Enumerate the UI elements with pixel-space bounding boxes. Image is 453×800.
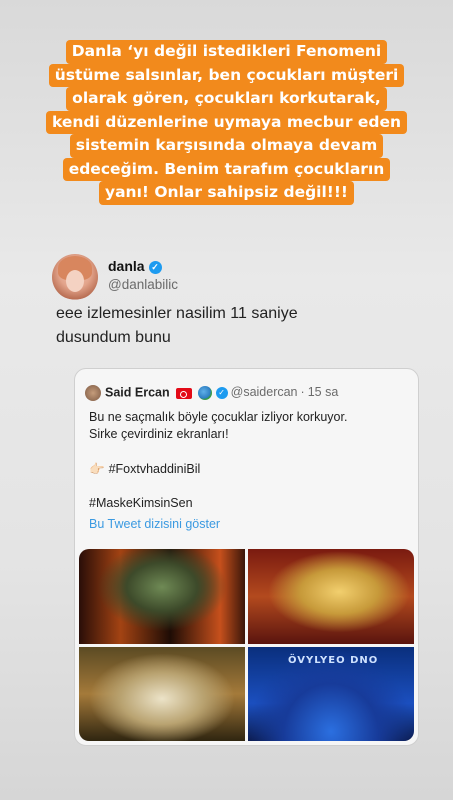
hashtag-line: 👉🏻 #FoxtvhaddiniBil [89, 461, 409, 478]
media-image[interactable] [79, 646, 245, 741]
username-text: danla [108, 258, 145, 274]
tweet-username[interactable]: danla ✓ [108, 258, 162, 274]
verified-check-icon: ✓ [148, 260, 162, 274]
quoted-handle: @saidercan [230, 385, 298, 400]
story-caption: Danla ‘yı değil istedikleri Fenomeni üst… [0, 40, 453, 205]
media-image[interactable]: ÖVYLYEO DNO [248, 646, 414, 741]
dot-separator: · [300, 385, 305, 400]
verified-check-icon: ✓ [215, 387, 228, 399]
media-grid: ÖVYLYEO DNO [79, 549, 414, 741]
quoted-tweet[interactable]: Said Ercan ✓ @saidercan · 15 sa Bu ne saçmal… [74, 368, 419, 746]
media-image[interactable] [248, 549, 414, 644]
tweet-handle[interactable]: @danlabilic [108, 277, 178, 292]
hashtag[interactable]: #MaskeKimsinSen [89, 495, 409, 512]
quoted-timestamp: 15 sa [307, 385, 339, 400]
quoted-tweet-body: Bu ne saçmalık böyle çocuklar izliyor ko… [89, 409, 409, 533]
stage-text: ÖVYLYEO DNO [288, 654, 379, 666]
quoted-text-line: Bu ne saçmalık böyle çocuklar izliyor ko… [89, 410, 348, 424]
tweet-text-line: dusundum bunu [56, 329, 171, 346]
avatar [85, 385, 101, 401]
caption-line: edeceğim. Benim tarafım çocukların [62, 157, 391, 181]
pointing-hand-icon: 👉🏻 [89, 462, 105, 476]
quoted-text-line: Sirke çevirdiniz ekranları! [89, 427, 229, 441]
story-screen: Danla ‘yı değil istedikleri Fenomeni üst… [0, 0, 453, 800]
show-thread-link[interactable]: Bu Tweet dizisini göster [89, 516, 409, 533]
caption-line: üstüme salsınlar, ben çocukları müşteri [48, 63, 405, 87]
hashtag[interactable]: #FoxtvhaddiniBil [109, 462, 201, 476]
media-image[interactable] [79, 549, 245, 644]
caption-line: yanı! Onlar sahipsiz değil!!! [98, 181, 355, 205]
caption-line: kendi düzenlerine uymaya mecbur eden [45, 110, 408, 134]
globe-icon [197, 386, 212, 400]
caption-line: sistemin karşısında olmaya devam [69, 134, 384, 158]
caption-line: Danla ‘yı değil istedikleri Fenomeni [65, 40, 388, 64]
caption-line: olarak gören, çocukları korkutarak, [66, 87, 387, 111]
tweet-text-line: eee izlemesinler nasilim 11 saniye [56, 305, 298, 322]
quoted-username: Said Ercan [105, 385, 170, 400]
avatar[interactable] [52, 254, 98, 300]
tweet-text: eee izlemesinler nasilim 11 saniye dusun… [56, 302, 356, 350]
quoted-tweet-header: Said Ercan ✓ @saidercan · 15 sa [85, 385, 338, 401]
turkey-flag-icon [175, 387, 192, 399]
